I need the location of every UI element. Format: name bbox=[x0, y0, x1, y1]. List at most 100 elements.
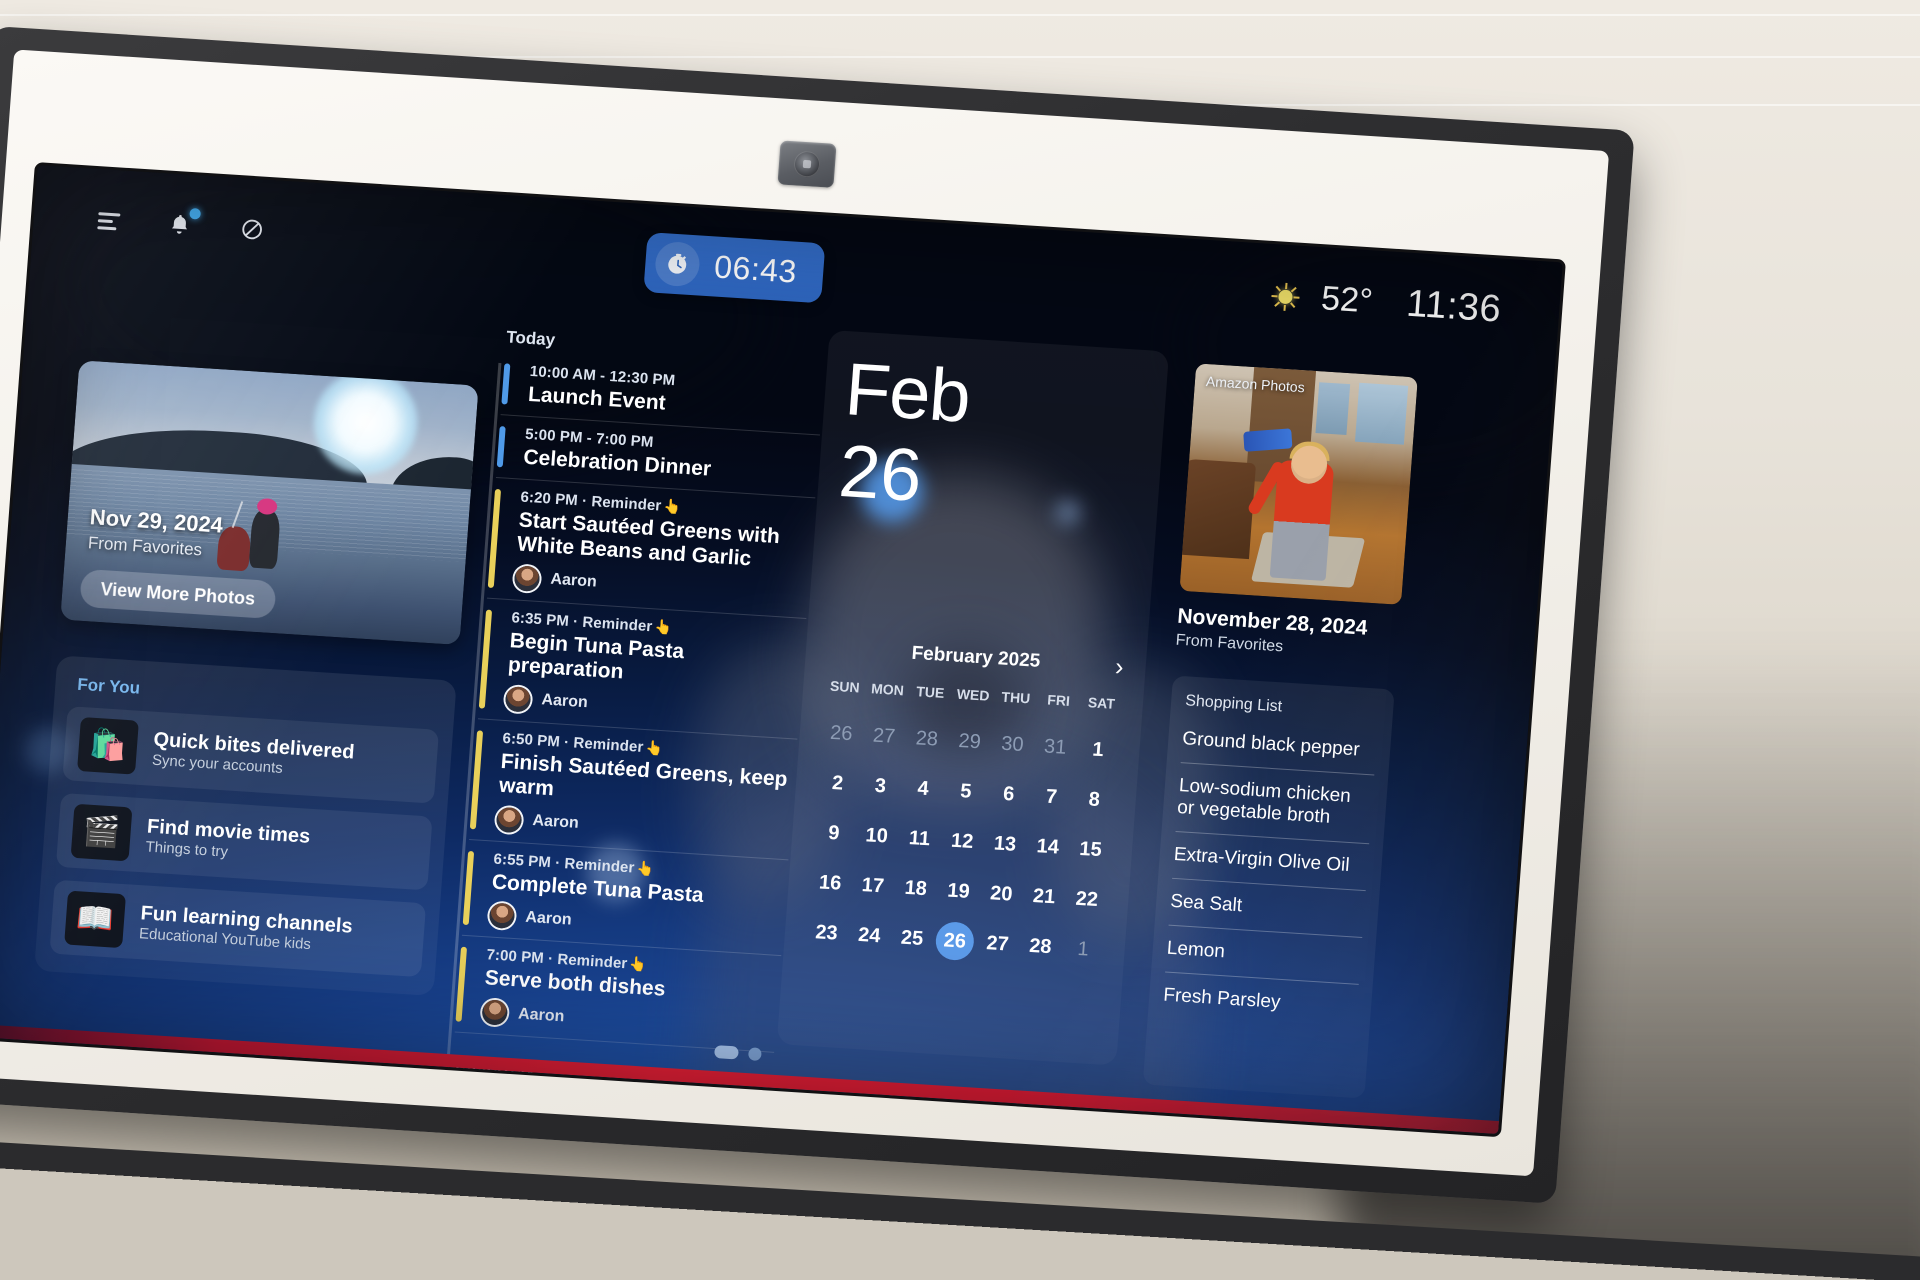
list-item[interactable]: Extra-Virgin Olive Oil bbox=[1172, 844, 1369, 892]
agenda-heading: Today bbox=[505, 327, 556, 350]
right-column: Amazon Photos November 28, 2024 From Fav… bbox=[1142, 363, 1418, 1099]
camera-module-icon bbox=[777, 140, 837, 188]
reminder-hand-icon: 👆 bbox=[653, 618, 673, 636]
calendar-day[interactable]: 14 bbox=[1025, 821, 1071, 874]
shopping-bag-icon: 🛍️ bbox=[77, 717, 139, 775]
timer-pill[interactable]: 06:43 bbox=[643, 232, 825, 304]
agenda-item[interactable]: 6:50 PM · Reminder👆 Finish Sautéed Green… bbox=[469, 727, 797, 860]
temperature-value: 52° bbox=[1319, 279, 1375, 321]
calendar-day[interactable]: 9 bbox=[811, 807, 857, 860]
reminder-hand-icon: 👆 bbox=[662, 497, 682, 515]
agenda-item-person: Aaron bbox=[524, 908, 573, 929]
calendar-day[interactable]: 26 bbox=[818, 707, 864, 760]
list-item[interactable]: Low-sodium chicken or vegetable broth bbox=[1175, 775, 1374, 845]
calendar-dow-header: TUE bbox=[915, 683, 945, 701]
calendar-day[interactable]: 27 bbox=[974, 918, 1020, 971]
list-item[interactable]: 📖 Fun learning channels Educational YouT… bbox=[49, 879, 427, 978]
calendar-day[interactable]: 12 bbox=[939, 815, 985, 868]
agenda-item-person: Aaron bbox=[540, 691, 589, 712]
for-you-card: For You 🛍️ Quick bites delivered Sync yo… bbox=[34, 655, 457, 997]
shopping-list-widget[interactable]: Shopping List Ground black pepper Low-so… bbox=[1142, 675, 1395, 1099]
calendar-day[interactable]: 28 bbox=[1017, 920, 1063, 973]
calendar-day[interactable]: 16 bbox=[807, 857, 853, 910]
list-item[interactable]: Fresh Parsley bbox=[1162, 985, 1358, 1031]
calendar-dow-header: WED bbox=[956, 685, 991, 704]
agenda-item[interactable]: 10:00 AM - 12:30 PM Launch Event bbox=[500, 361, 824, 436]
echo-show-device: 06:43 52° 11:36 Nov 29, 2024 From Favori… bbox=[0, 26, 1635, 1204]
page-dot-active[interactable] bbox=[714, 1045, 739, 1060]
agenda-item-person: Aaron bbox=[531, 812, 580, 832]
calendar-day[interactable]: 15 bbox=[1067, 823, 1113, 876]
avatar bbox=[504, 685, 532, 713]
calendar-dow-header: FRI bbox=[1046, 691, 1071, 709]
agenda-item[interactable]: 7:00 PM · Reminder👆 Serve both dishes Aa… bbox=[454, 945, 781, 1054]
calendar-day[interactable]: 13 bbox=[982, 818, 1028, 871]
list-item[interactable]: 🛍️ Quick bites delivered Sync your accou… bbox=[62, 706, 440, 804]
page-dot[interactable] bbox=[747, 1047, 762, 1061]
calendar-day[interactable]: 8 bbox=[1071, 773, 1117, 826]
calendar-day[interactable]: 3 bbox=[857, 760, 903, 813]
calendar-day[interactable]: 18 bbox=[893, 862, 939, 915]
list-item[interactable]: Sea Salt bbox=[1168, 890, 1365, 939]
avatar bbox=[495, 806, 523, 833]
agenda-item-person: Aaron bbox=[549, 570, 598, 591]
calendar-day[interactable]: 10 bbox=[853, 810, 899, 863]
stopwatch-icon bbox=[653, 240, 702, 288]
calendar-day[interactable]: 27 bbox=[861, 710, 907, 763]
list-item[interactable]: 🎬 Find movie times Things to try bbox=[55, 792, 433, 891]
avatar bbox=[481, 999, 509, 1027]
scene: 06:43 52° 11:36 Nov 29, 2024 From Favori… bbox=[0, 0, 1920, 1280]
calendar-widget[interactable]: Feb 26 February 2025 › SUN MON TUE WED THU FR… bbox=[776, 329, 1170, 1066]
calendar-day[interactable]: 2 bbox=[814, 757, 860, 810]
agenda-item[interactable]: 6:55 PM · Reminder👆 Complete Tuna Pasta … bbox=[461, 848, 788, 957]
list-item[interactable]: Ground black pepper bbox=[1180, 728, 1377, 776]
calendar-day-number: 26 bbox=[836, 428, 925, 517]
calendar-day[interactable]: 7 bbox=[1028, 771, 1074, 824]
timer-value: 06:43 bbox=[713, 248, 799, 290]
avatar bbox=[513, 565, 541, 592]
calendar-day[interactable]: 1 bbox=[1060, 923, 1106, 976]
agenda-panel: Today 10:00 AM - 12:30 PM Launch Event 5… bbox=[439, 327, 826, 1135]
calendar-day[interactable]: 20 bbox=[978, 868, 1024, 921]
photo-widget[interactable]: Nov 29, 2024 From Favorites View More Ph… bbox=[60, 360, 479, 645]
calendar-day[interactable]: 28 bbox=[904, 713, 950, 766]
calendar-dow-header: MON bbox=[870, 680, 905, 699]
calendar-dow-header: SUN bbox=[829, 677, 861, 696]
calendar-day-today[interactable]: 26 bbox=[932, 915, 978, 968]
agenda-item[interactable]: 6:20 PM · Reminder👆 Start Sautéed Greens… bbox=[486, 486, 815, 619]
hamburger-menu-icon[interactable] bbox=[95, 207, 123, 235]
calendar-day[interactable]: 23 bbox=[803, 907, 849, 960]
calendar-day[interactable]: 19 bbox=[935, 865, 981, 918]
calendar-day[interactable]: 31 bbox=[1032, 721, 1078, 774]
calendar-day[interactable]: 22 bbox=[1064, 873, 1110, 926]
calendar-day[interactable]: 30 bbox=[989, 718, 1035, 771]
agenda-item[interactable]: 6:35 PM · Reminder👆 Begin Tuna Pasta pre… bbox=[477, 607, 806, 740]
movie-clapper-icon: 🎬 bbox=[70, 803, 133, 862]
list-item[interactable]: Lemon bbox=[1165, 937, 1362, 986]
agenda-item-person: Aaron bbox=[517, 1005, 566, 1026]
calendar-day[interactable]: 5 bbox=[943, 765, 989, 818]
calendar-day[interactable]: 6 bbox=[985, 768, 1031, 821]
calendar-dow-header: THU bbox=[1000, 688, 1031, 707]
do-not-disturb-icon[interactable] bbox=[239, 216, 267, 244]
calendar-grid: SUN MON TUE WED THU FRI SAT 26 27 28 29 30 31 1 2 3 4 5 6 7… bbox=[803, 677, 1123, 975]
agenda-item[interactable]: 5:00 PM - 7:00 PM Celebration Dinner bbox=[495, 424, 820, 499]
notification-bell-button[interactable] bbox=[167, 207, 202, 240]
reminder-hand-icon: 👆 bbox=[635, 859, 655, 877]
chevron-right-icon[interactable]: › bbox=[1114, 652, 1124, 680]
device-screen: 06:43 52° 11:36 Nov 29, 2024 From Favori… bbox=[0, 165, 1563, 1135]
calendar-day[interactable]: 4 bbox=[900, 763, 946, 816]
amazon-photos-widget[interactable]: Amazon Photos bbox=[1179, 363, 1418, 605]
calendar-day[interactable]: 1 bbox=[1075, 724, 1121, 777]
calendar-day[interactable]: 25 bbox=[889, 912, 935, 965]
left-column: Nov 29, 2024 From Favorites View More Ph… bbox=[34, 360, 479, 997]
learning-book-icon: 📖 bbox=[64, 890, 127, 949]
calendar-day[interactable]: 11 bbox=[896, 812, 942, 865]
reminder-hand-icon: 👆 bbox=[644, 738, 664, 756]
calendar-month-label: February 2025 bbox=[910, 642, 1041, 672]
calendar-day[interactable]: 21 bbox=[1021, 870, 1067, 923]
calendar-day[interactable]: 29 bbox=[946, 715, 992, 768]
calendar-day[interactable]: 17 bbox=[850, 860, 896, 913]
calendar-day[interactable]: 24 bbox=[846, 909, 892, 962]
shopping-list-title: Shopping List bbox=[1184, 692, 1283, 716]
